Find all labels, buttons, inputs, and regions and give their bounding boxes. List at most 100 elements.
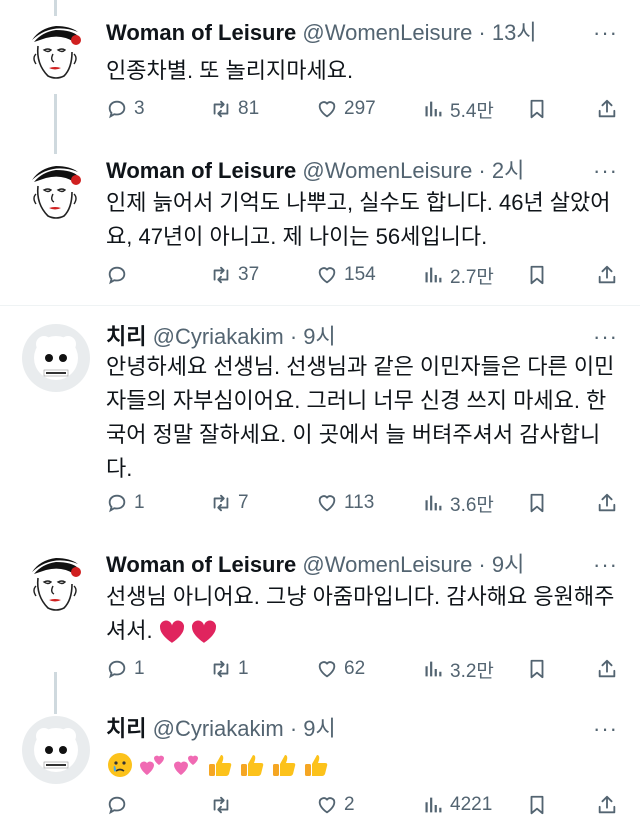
tweet[interactable]: 치리 @Cyriakakim · 9시 ··· 2 4221 <box>0 706 640 828</box>
share-button[interactable] <box>596 94 624 124</box>
tweet-text: 인제 늙어서 기억도 나뿌고, 실수도 합니다. 46년 살았어요, 47년이 … <box>106 190 611 249</box>
reply-button[interactable]: 1 <box>106 654 145 684</box>
bookmark-button[interactable] <box>526 790 554 820</box>
author-handle[interactable]: @WomenLeisure · 2시 <box>302 158 524 183</box>
avatar[interactable] <box>22 324 90 392</box>
like-button[interactable]: 62 <box>316 654 365 684</box>
share-icon <box>596 98 618 120</box>
more-options-icon[interactable]: ··· <box>593 158 618 184</box>
author-handle[interactable]: @Cyriakakim · 9시 <box>153 324 336 349</box>
thumbs-up-emoji <box>305 755 328 776</box>
views-button[interactable]: 5.4만 <box>422 94 494 124</box>
reply-button[interactable] <box>106 260 134 290</box>
author-name[interactable]: Woman of Leisure <box>106 158 296 183</box>
views-icon <box>422 658 444 680</box>
views-icon <box>422 794 444 816</box>
retweet-icon <box>210 492 232 514</box>
bookmark-button[interactable] <box>526 94 554 124</box>
two-hearts-emoji <box>140 755 164 775</box>
more-options-icon[interactable]: ··· <box>593 324 618 350</box>
retweet-button[interactable] <box>210 790 238 820</box>
author-name[interactable]: Woman of Leisure <box>106 20 296 45</box>
tweet[interactable]: Woman of Leisure @WomenLeisure · 2시 ··· … <box>0 150 640 302</box>
reply-button[interactable]: 3 <box>106 94 145 124</box>
views-button[interactable]: 3.2만 <box>422 654 494 684</box>
like-icon <box>316 492 338 514</box>
reply-button[interactable] <box>106 790 134 820</box>
retweet-button[interactable]: 81 <box>210 94 259 124</box>
share-button[interactable] <box>596 260 624 290</box>
like-button[interactable]: 154 <box>316 260 376 290</box>
retweet-count: 37 <box>238 264 260 285</box>
share-icon <box>596 794 618 816</box>
views-icon <box>422 98 444 120</box>
like-count: 154 <box>344 264 376 285</box>
red-heart-emoji <box>159 620 184 644</box>
author-handle[interactable]: @Cyriakakim · 9시 <box>153 716 336 741</box>
views-count: 3.2만 <box>450 660 494 682</box>
author-handle[interactable]: @WomenLeisure · 9시 <box>302 552 524 577</box>
avatar-image <box>22 324 90 392</box>
like-count: 113 <box>344 492 375 513</box>
avatar-image <box>22 550 90 618</box>
bookmark-button[interactable] <box>526 654 554 684</box>
views-icon <box>422 264 444 286</box>
retweet-icon <box>210 794 232 816</box>
reply-icon <box>106 98 128 120</box>
tweet[interactable]: Woman of Leisure @WomenLeisure · 13시 ···… <box>0 0 640 150</box>
share-icon <box>596 264 618 286</box>
bookmark-icon <box>526 98 548 120</box>
views-count: 4221 <box>450 794 493 815</box>
reply-count: 1 <box>134 658 145 679</box>
bookmark-icon <box>526 658 548 680</box>
tweet-text: 인종차별. 또 놀리지마세요. <box>106 58 354 83</box>
views-button[interactable]: 3.6만 <box>422 488 494 518</box>
bookmark-button[interactable] <box>526 260 554 290</box>
like-count: 62 <box>344 658 366 679</box>
avatar[interactable] <box>22 716 90 784</box>
share-icon <box>596 658 618 680</box>
like-icon <box>316 794 338 816</box>
bookmark-button[interactable] <box>526 488 554 518</box>
thumbs-up-emoji <box>273 755 296 776</box>
retweet-count: 81 <box>238 98 260 119</box>
author-handle[interactable]: @WomenLeisure · 13시 <box>302 20 536 45</box>
tweet[interactable]: Woman of Leisure @WomenLeisure · 9시 ··· … <box>0 544 640 706</box>
tweet[interactable]: 치리 @Cyriakakim · 9시 ··· 안녕하세요 선생님. 선생님과 … <box>0 306 640 544</box>
retweet-button[interactable]: 1 <box>210 654 249 684</box>
views-button[interactable]: 2.7만 <box>422 260 494 290</box>
avatar-image <box>22 158 90 226</box>
like-button[interactable]: 113 <box>316 488 374 518</box>
avatar[interactable] <box>22 158 90 226</box>
thumbs-up-emoji <box>241 755 264 776</box>
red-heart-emoji <box>191 620 216 644</box>
more-options-icon[interactable]: ··· <box>593 552 618 578</box>
views-icon <box>422 492 444 514</box>
retweet-button[interactable]: 37 <box>210 260 259 290</box>
reply-button[interactable]: 1 <box>106 488 145 518</box>
retweet-icon <box>210 264 232 286</box>
retweet-button[interactable]: 7 <box>210 488 249 518</box>
avatar-image <box>22 18 90 86</box>
views-count: 2.7만 <box>450 266 494 288</box>
author-name[interactable]: 치리 <box>106 324 146 349</box>
avatar-image <box>22 716 90 784</box>
share-button[interactable] <box>596 488 624 518</box>
like-button[interactable]: 297 <box>316 94 376 124</box>
more-options-icon[interactable]: ··· <box>593 716 618 742</box>
like-button[interactable]: 2 <box>316 790 355 820</box>
author-name[interactable]: Woman of Leisure <box>106 552 296 577</box>
crying-face-emoji <box>108 753 132 777</box>
share-button[interactable] <box>596 790 624 820</box>
avatar[interactable] <box>22 18 90 86</box>
bookmark-icon <box>526 264 548 286</box>
author-name[interactable]: 치리 <box>106 716 146 741</box>
like-icon <box>316 264 338 286</box>
more-options-icon[interactable]: ··· <box>593 20 618 46</box>
like-icon <box>316 658 338 680</box>
views-button[interactable]: 4221 <box>422 790 492 820</box>
avatar[interactable] <box>22 550 90 618</box>
retweet-icon <box>210 658 232 680</box>
reply-count: 1 <box>134 492 145 513</box>
share-button[interactable] <box>596 654 624 684</box>
